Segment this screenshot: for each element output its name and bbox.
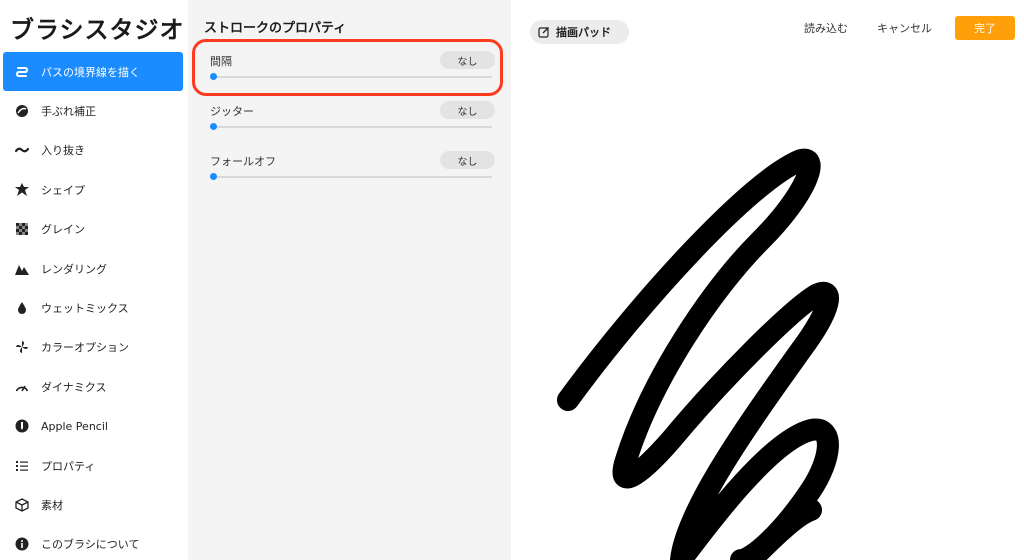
spacing-highlight-annotation bbox=[192, 39, 503, 96]
properties-icon bbox=[13, 457, 31, 475]
sidebar-item-dynamics[interactable]: ダイナミクス bbox=[3, 367, 183, 406]
about-icon bbox=[13, 535, 31, 553]
sidebar-item-label: 素材 bbox=[41, 498, 63, 512]
jitter-slider-thumb[interactable] bbox=[210, 123, 217, 130]
sidebar-item-taper[interactable]: 入り抜き bbox=[3, 131, 183, 170]
jitter-value[interactable]: なし bbox=[440, 101, 495, 119]
sidebar-item-label: このブラシについて bbox=[41, 538, 140, 552]
stabilization-icon bbox=[13, 102, 31, 120]
falloff-slider[interactable] bbox=[212, 176, 492, 178]
sidebar-item-label: 手ぶれ補正 bbox=[41, 105, 96, 119]
drawing-pad-button[interactable]: 描画パッド bbox=[530, 20, 629, 44]
sidebar-item-stroke-path[interactable]: パスの境界線を描く bbox=[3, 52, 183, 92]
jitter-row: ジッター なし bbox=[210, 101, 495, 141]
sidebar-item-properties[interactable]: プロパティ bbox=[3, 446, 183, 485]
jitter-slider[interactable] bbox=[212, 126, 492, 128]
drawing-pad[interactable]: 描画パッド 読み込む キャンセル 完了 bbox=[511, 0, 1024, 560]
jitter-label: ジッター bbox=[210, 105, 254, 118]
properties-title: ストロークのプロパティ bbox=[204, 21, 347, 36]
sidebar-item-label: ダイナミクス bbox=[41, 380, 107, 394]
taper-icon bbox=[13, 141, 31, 159]
sidebar-item-label: レンダリング bbox=[41, 262, 107, 276]
wet-mix-icon bbox=[13, 299, 31, 317]
sidebar-item-apple-pencil[interactable]: Apple Pencil bbox=[3, 407, 183, 446]
sidebar-item-label: ウェットミックス bbox=[41, 302, 129, 316]
stroke-path-icon bbox=[13, 63, 31, 81]
sidebar-item-label: シェイプ bbox=[41, 183, 85, 197]
app-title: ブラシスタジオ bbox=[10, 16, 185, 44]
shape-icon bbox=[13, 181, 31, 199]
sidebar-item-materials[interactable]: 素材 bbox=[3, 485, 183, 524]
sidebar: ブラシスタジオ パスの境界線を描く 手ぶれ補正 入り抜き シェイプ グレイン レ… bbox=[0, 0, 188, 560]
falloff-label: フォールオフ bbox=[210, 155, 276, 168]
sidebar-item-label: カラーオプション bbox=[41, 341, 129, 355]
edit-icon bbox=[538, 27, 549, 38]
color-dynamics-icon bbox=[13, 338, 31, 356]
sidebar-item-rendering[interactable]: レンダリング bbox=[3, 249, 183, 288]
falloff-row: フォールオフ なし bbox=[210, 151, 495, 191]
brush-stroke-preview bbox=[557, 148, 839, 560]
apple-pencil-icon bbox=[13, 417, 31, 435]
sidebar-item-grain[interactable]: グレイン bbox=[3, 210, 183, 249]
sidebar-item-label: プロパティ bbox=[41, 459, 96, 473]
grain-icon bbox=[13, 220, 31, 238]
done-button[interactable]: 完了 bbox=[955, 16, 1015, 40]
sidebar-item-stabilization[interactable]: 手ぶれ補正 bbox=[3, 91, 183, 130]
sidebar-item-wet-mix[interactable]: ウェットミックス bbox=[3, 288, 183, 327]
sidebar-item-about[interactable]: このブラシについて bbox=[3, 525, 183, 560]
sidebar-item-label: Apple Pencil bbox=[41, 419, 108, 433]
sidebar-item-label: パスの境界線を描く bbox=[41, 65, 140, 79]
rendering-icon bbox=[13, 260, 31, 278]
falloff-slider-thumb[interactable] bbox=[210, 173, 217, 180]
sidebar-item-label: 入り抜き bbox=[41, 144, 85, 158]
sidebar-list: パスの境界線を描く 手ぶれ補正 入り抜き シェイプ グレイン レンダリング ウェ… bbox=[3, 52, 183, 560]
dynamics-icon bbox=[13, 378, 31, 396]
falloff-value[interactable]: なし bbox=[440, 151, 495, 169]
materials-icon bbox=[13, 496, 31, 514]
drawing-pad-label: 描画パッド bbox=[556, 26, 611, 39]
import-button[interactable]: 読み込む bbox=[804, 20, 848, 36]
sidebar-item-shape[interactable]: シェイプ bbox=[3, 170, 183, 209]
cancel-button[interactable]: キャンセル bbox=[877, 20, 932, 36]
sidebar-item-color-dynamics[interactable]: カラーオプション bbox=[3, 328, 183, 367]
sidebar-item-label: グレイン bbox=[41, 223, 85, 237]
